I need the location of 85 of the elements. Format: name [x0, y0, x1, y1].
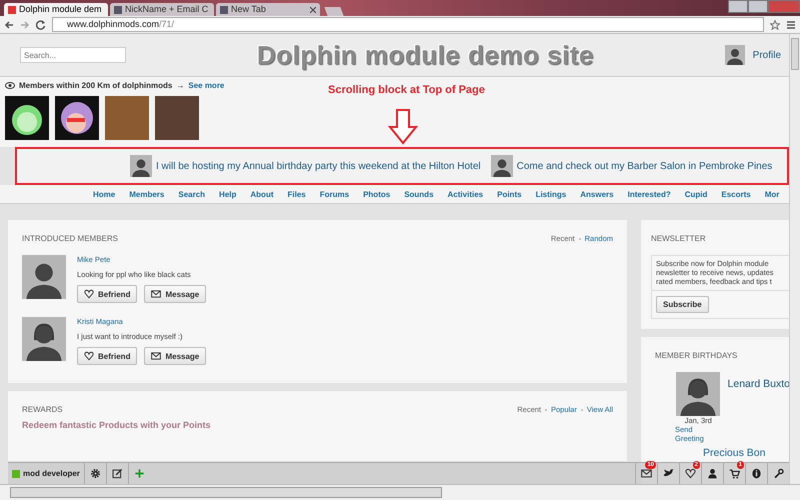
nav-link[interactable]: Members: [129, 190, 164, 198]
menu-icon[interactable]: [786, 20, 796, 30]
maximize-button[interactable]: [748, 0, 768, 13]
arrow-text: →: [176, 81, 184, 90]
annotation-text: Scrolling block at Top of Page: [328, 84, 485, 96]
browser-tab[interactable]: NickName + Email C: [110, 3, 214, 16]
cart-icon: [729, 468, 740, 479]
nav-link[interactable]: Activities: [448, 190, 484, 198]
nav-link[interactable]: Escorts: [721, 190, 751, 198]
nav-link[interactable]: Search: [178, 190, 206, 198]
bird-icon: [663, 468, 674, 479]
nav-link[interactable]: About: [250, 190, 274, 198]
avatar-silhouette: [490, 155, 513, 177]
nav-link[interactable]: Listings: [536, 190, 566, 198]
horizontal-scrollbar[interactable]: [0, 484, 800, 500]
befriend-button[interactable]: Befriend: [77, 347, 138, 365]
nav-link[interactable]: Mor: [764, 190, 780, 198]
separator-dot: [545, 408, 547, 410]
section-title: NEWSLETTER: [651, 234, 706, 243]
browser-tab[interactable]: Dolphin module dem: [4, 3, 108, 16]
heart-icon: [84, 351, 94, 361]
vertical-scrollbar[interactable]: [789, 34, 800, 484]
scrollbar-thumb[interactable]: [10, 487, 442, 498]
separator-dot: [580, 408, 583, 410]
search-field[interactable]: Search...: [20, 47, 126, 63]
profile-link[interactable]: Profile: [752, 50, 782, 60]
avatar-silhouette: [676, 372, 720, 416]
person-icon: [707, 468, 718, 479]
star-icon[interactable]: [770, 20, 780, 30]
nav-link[interactable]: Cupid: [684, 190, 708, 198]
envelope-icon: [641, 468, 652, 479]
nav-link[interactable]: Photos: [363, 190, 390, 198]
back-icon[interactable]: [4, 20, 14, 30]
nav-link[interactable]: Answers: [580, 190, 614, 198]
wrench-icon: [773, 468, 784, 479]
separator-dot: [578, 238, 581, 240]
site-title: Dolphin module demo site: [256, 40, 595, 70]
members-nearby-label: Members within 200 Km of dolphinmods: [19, 81, 172, 90]
avatar-silhouette: [130, 155, 152, 177]
profile-avatar: [724, 45, 745, 65]
nav-link[interactable]: Forums: [320, 190, 350, 198]
nav-link[interactable]: Points: [497, 190, 522, 198]
eye-icon: [5, 82, 15, 89]
avatar-drawing[interactable]: [5, 96, 49, 140]
favicon-icon: [114, 6, 122, 14]
favicon-icon: [220, 6, 228, 14]
post-link[interactable]: Come and check out my Barber Salon in Pembroke Pines: [516, 160, 772, 172]
status-icon: [12, 470, 20, 478]
avatar-silhouette: [22, 317, 66, 361]
see-more-link[interactable]: See more: [188, 81, 224, 90]
forward-icon[interactable]: [20, 20, 30, 30]
envelope-icon: [151, 351, 162, 361]
heart-icon: [84, 289, 94, 299]
scrollbar-thumb[interactable]: [791, 38, 799, 70]
avatar-drawing[interactable]: [55, 96, 99, 140]
settings-icon: [90, 468, 101, 479]
post-link[interactable]: I will be hosting my Annual birthday party this weekend at the Hilton Hotel: [156, 160, 481, 172]
avatar-silhouette: [22, 255, 66, 299]
message-button[interactable]: Message: [144, 285, 206, 303]
rewards-text: Redeem fantastic Products with your Points: [22, 420, 212, 430]
subscribe-button[interactable]: Subscribe: [656, 296, 709, 313]
minimize-button[interactable]: [728, 0, 748, 13]
section-title: REWARDS: [22, 405, 63, 414]
befriend-button[interactable]: Befriend: [77, 285, 138, 303]
reload-icon[interactable]: [36, 20, 46, 30]
address-bar[interactable]: www.dolphinmods.com/71/: [52, 17, 764, 32]
username-label[interactable]: mod developer: [23, 469, 80, 478]
info-icon: [751, 468, 762, 479]
section-title: MEMBER BIRTHDAYS: [655, 350, 738, 360]
envelope-icon: [151, 289, 162, 299]
nav-link[interactable]: Interested?: [628, 190, 671, 198]
nav-link[interactable]: Files: [288, 190, 306, 198]
message-button[interactable]: Message: [144, 347, 206, 365]
edit-icon: [112, 468, 123, 479]
favicon-icon: [8, 6, 16, 14]
member-name-link[interactable]: Precious Bon: [703, 446, 790, 459]
plus-icon: [134, 468, 145, 479]
new-tab-button[interactable]: [324, 7, 344, 16]
nav-link[interactable]: Sounds: [404, 190, 434, 198]
section-title: INTRODUCED MEMBERS: [22, 234, 118, 243]
browser-tab[interactable]: New Tab: [216, 3, 320, 16]
heart-icon: [685, 468, 696, 479]
close-icon[interactable]: [310, 6, 316, 12]
nav-link[interactable]: Home: [93, 190, 116, 198]
nav-link[interactable]: Help: [219, 190, 236, 198]
